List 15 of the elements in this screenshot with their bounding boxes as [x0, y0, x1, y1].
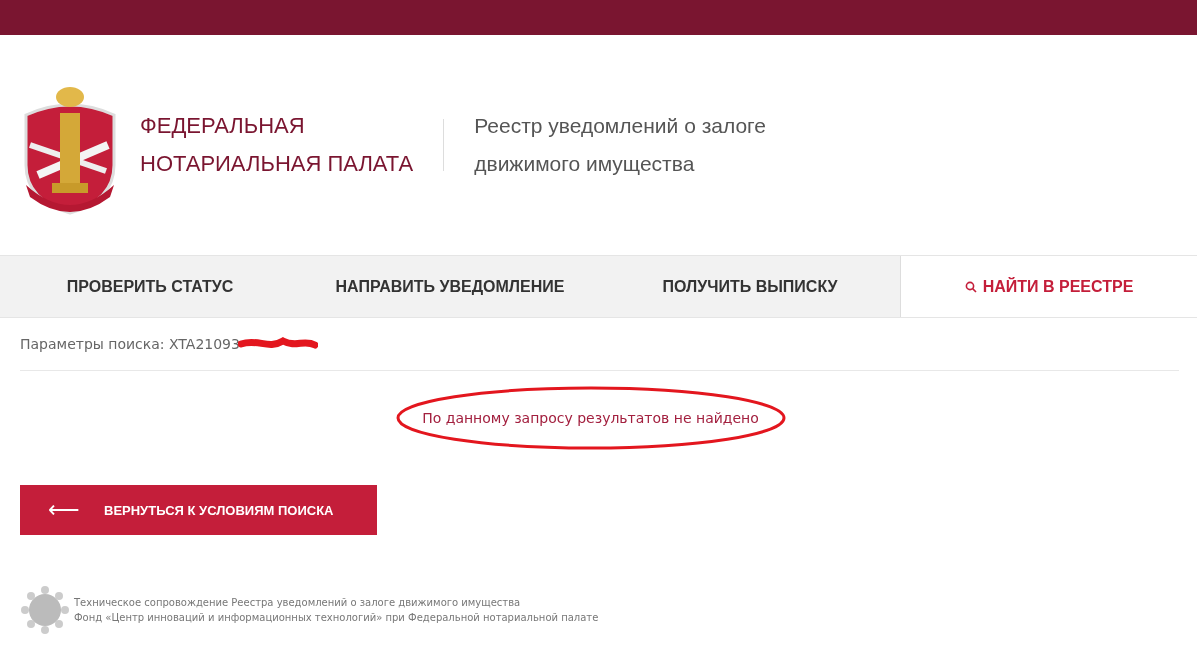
nav-tab[interactable]: НАПРАВИТЬ УВЕДОМЛЕНИЕ — [300, 256, 600, 317]
search-icon — [964, 280, 977, 293]
organization-name: НОТАРИАЛЬНАЯ ПАЛАТА — [140, 150, 414, 178]
nav-tab[interactable]: ПРОВЕРИТЬ СТАТУС — [0, 256, 300, 317]
footer-text: Техническое сопровождение Реестра уведомлений о залоге движимого имущества — [74, 596, 522, 610]
no-results-message: По данному запросу результатов не найдено — [422, 410, 759, 426]
back-button[interactable]: ⟵ ВЕРНУТЬСЯ К УСЛОВИЯМ ПОИСКА — [20, 485, 377, 535]
organization-name: ФЕДЕРАЛЬНАЯ — [140, 112, 306, 140]
search-parameters: Параметры поиска: XTA21093 — [20, 336, 240, 352]
nav-tab[interactable]: ПОЛУЧИТЬ ВЫПИСКУ — [600, 256, 900, 317]
registry-title: движимого имущества — [474, 151, 696, 177]
nav-tab[interactable]: НАЙТИ В РЕЕСТРЕ — [900, 256, 1197, 317]
registry-title: Реестр уведомлений о залоге — [474, 113, 766, 139]
footer-text: Фонд «Центр инноваций и информационных технологий» при Федеральной нотариальной палате — [74, 611, 599, 625]
snowflake-logo-icon — [20, 585, 70, 635]
